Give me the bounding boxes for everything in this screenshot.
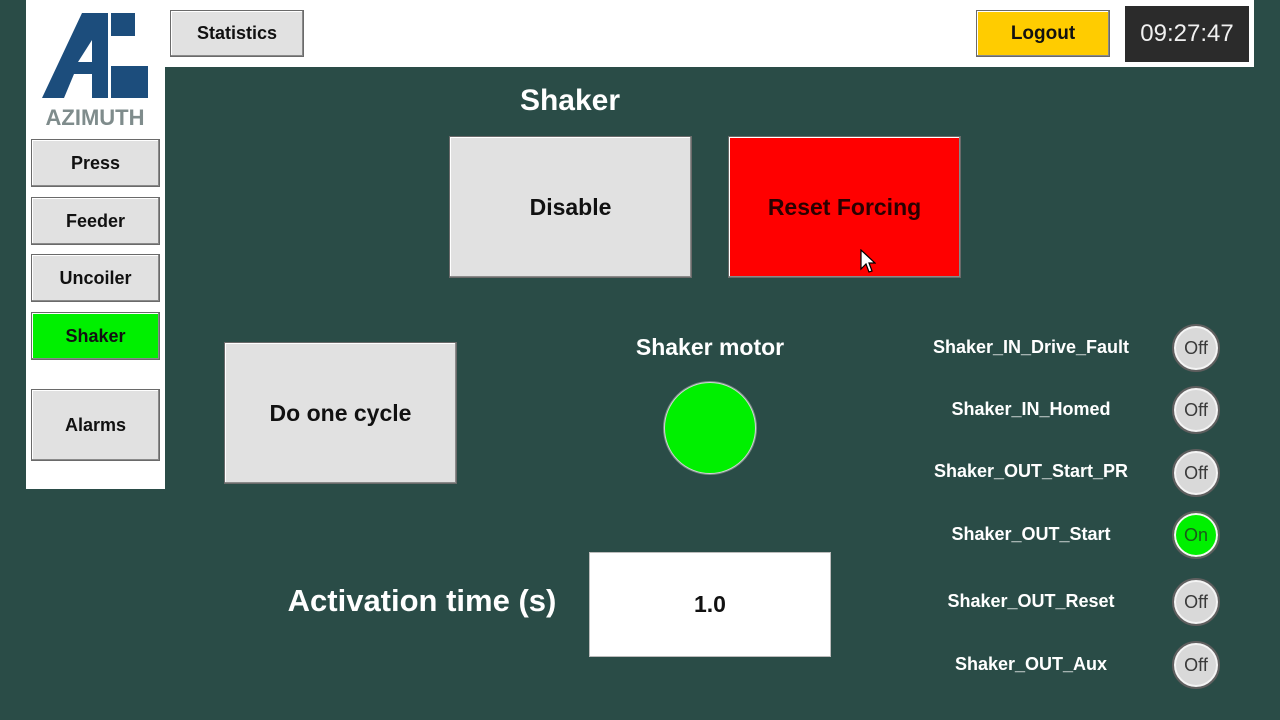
logo-block-top — [111, 13, 135, 36]
logout-button[interactable]: Logout — [976, 10, 1110, 57]
clock-display: 09:27:47 — [1125, 6, 1249, 62]
statistics-button[interactable]: Statistics — [170, 10, 304, 57]
logo-gap — [111, 40, 135, 62]
hmi-screen: AZIMUTH Statistics Logout 09:27:47 Press… — [0, 0, 1280, 720]
nav-feeder-button[interactable]: Feeder — [31, 197, 160, 245]
shaker-motor-indicator — [664, 382, 756, 474]
nav-alarms-button[interactable]: Alarms — [31, 389, 160, 461]
io-indicator-reset: Off — [1172, 578, 1220, 626]
frame-right — [1254, 0, 1280, 720]
frame-left — [0, 0, 26, 720]
io-label-reset: Shaker_OUT_Reset — [947, 591, 1115, 611]
shaker-motor-label: Shaker motor — [635, 334, 785, 360]
activation-time-input[interactable]: 1.0 — [589, 552, 831, 657]
page-title: Shaker — [519, 84, 621, 117]
logo-block-bottom — [111, 66, 148, 98]
io-label-homed: Shaker_IN_Homed — [951, 399, 1111, 419]
nav-shaker-button[interactable]: Shaker — [31, 312, 160, 360]
nav-press-button[interactable]: Press — [31, 139, 160, 187]
io-label-drive-fault: Shaker_IN_Drive_Fault — [932, 337, 1130, 357]
io-indicator-homed: Off — [1172, 386, 1220, 434]
io-indicator-start-pr: Off — [1172, 449, 1220, 497]
io-label-start-pr: Shaker_OUT_Start_PR — [933, 461, 1129, 481]
statistics-label: Statistics — [196, 23, 278, 43]
reset-forcing-button[interactable]: Reset Forcing — [728, 136, 961, 278]
azimuth-logo: AZIMUTH — [42, 13, 148, 130]
io-indicator-aux: Off — [1172, 641, 1220, 689]
disable-button[interactable]: Disable — [449, 136, 692, 278]
io-indicator-drive-fault: Off — [1172, 324, 1220, 372]
logo-mark — [42, 13, 108, 98]
mouse-cursor-icon — [860, 249, 876, 273]
nav-uncoiler-button[interactable]: Uncoiler — [31, 254, 160, 302]
io-label-aux: Shaker_OUT_Aux — [954, 654, 1108, 674]
io-label-start: Shaker_OUT_Start — [951, 524, 1111, 544]
activation-time-label: Activation time (s) — [287, 583, 557, 618]
logo-text: AZIMUTH — [46, 105, 145, 130]
do-one-cycle-button[interactable]: Do one cycle — [224, 342, 457, 484]
io-indicator-start: On — [1172, 511, 1220, 559]
